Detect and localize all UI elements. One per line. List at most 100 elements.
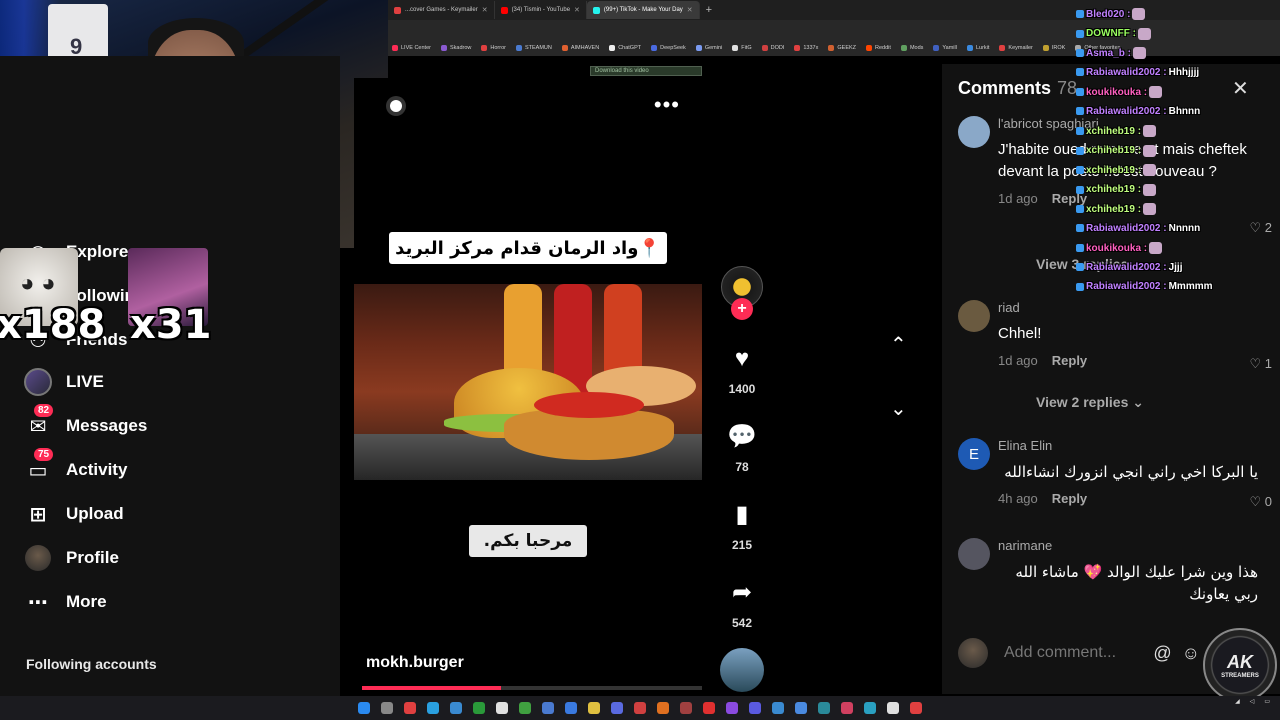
new-tab-button[interactable]: + <box>700 4 718 16</box>
comment-avatar[interactable] <box>958 116 990 148</box>
previous-video-button[interactable]: ⌃ <box>890 332 907 357</box>
tab-close-icon[interactable]: ✕ <box>482 6 488 14</box>
comment-username[interactable]: riad <box>998 300 1258 315</box>
bookmark-favicon-icon <box>609 45 616 51</box>
taskbar-app-icon[interactable] <box>427 702 439 714</box>
volume-icon[interactable] <box>390 100 402 112</box>
browser-tab-youtube[interactable]: (34) Tismin - YouTube ✕ <box>495 1 587 19</box>
bookmark-item[interactable]: Keymailer <box>999 45 1033 51</box>
bookmark-item[interactable]: Horror <box>481 45 506 51</box>
taskbar-app-icon[interactable] <box>749 702 761 714</box>
share-button[interactable]: ➦ 542 <box>712 578 772 630</box>
taskbar-app-icon[interactable] <box>358 702 370 714</box>
taskbar-app-icon[interactable] <box>841 702 853 714</box>
tab-close-icon[interactable]: ✕ <box>687 6 693 14</box>
video-username[interactable]: mokh.burger <box>366 654 464 672</box>
video-progress-bar[interactable] <box>362 686 702 690</box>
bookmark-item[interactable]: Mods <box>900 45 923 51</box>
view-replies-button[interactable]: View 2 replies ⌄ <box>1036 394 1144 411</box>
bookmark-item[interactable]: FitG <box>732 45 752 51</box>
comment-username[interactable]: narimane <box>998 538 1258 553</box>
taskbar-app-icon[interactable] <box>634 702 646 714</box>
chat-emote-icon <box>1149 86 1163 98</box>
taskbar-app-icon[interactable] <box>611 702 623 714</box>
taskbar-app-icon[interactable] <box>726 702 738 714</box>
mention-icon[interactable]: @ <box>1153 643 1171 664</box>
taskbar-app-icon[interactable] <box>519 702 531 714</box>
taskbar-app-icon[interactable] <box>565 702 577 714</box>
taskbar-app-icon[interactable] <box>542 702 554 714</box>
tiktok-sidebar: ◎ Explore ⚇ Following ⚇ Friends LIVE ✉82… <box>0 56 340 696</box>
taskbar-app-icon[interactable] <box>450 702 462 714</box>
reply-button[interactable]: Reply <box>1052 491 1087 506</box>
save-button[interactable]: ▮ 215 <box>712 500 772 552</box>
bookmark-item[interactable]: DODI <box>761 45 784 51</box>
taskbar-app-icon[interactable] <box>473 702 485 714</box>
bookmark-item[interactable]: Yamill <box>933 45 957 51</box>
like-button[interactable]: ♥ 1400 <box>712 344 772 396</box>
volume-tray-icon[interactable]: ◁ <box>1250 698 1255 705</box>
taskbar-app-icon[interactable] <box>381 702 393 714</box>
comment-button[interactable]: 💬 78 <box>712 422 772 474</box>
next-video-button[interactable]: ⌄ <box>890 396 907 421</box>
bookmark-favicon-icon <box>761 45 768 51</box>
taskbar-app-icon[interactable] <box>703 702 715 714</box>
bookmark-item[interactable]: AIMHAVEN <box>561 45 599 51</box>
windows-taskbar <box>0 696 1280 720</box>
taskbar-app-icon[interactable] <box>772 702 784 714</box>
comment-avatar[interactable] <box>958 300 990 332</box>
taskbar-app-icon[interactable] <box>680 702 692 714</box>
taskbar-app-icon[interactable] <box>887 702 899 714</box>
bookmark-item[interactable]: DeepSeek <box>651 45 686 51</box>
follow-button[interactable]: + <box>731 298 753 320</box>
taskbar-app-icon[interactable] <box>864 702 876 714</box>
bookmark-item[interactable]: Lurkit <box>966 45 989 51</box>
wifi-icon[interactable]: ◢ <box>1235 698 1240 705</box>
bookmark-item[interactable]: Reddit <box>866 45 891 51</box>
bookmark-item[interactable]: 1337x <box>794 45 818 51</box>
taskbar-app-icon[interactable] <box>496 702 508 714</box>
taskbar-app-icon[interactable] <box>795 702 807 714</box>
battery-icon[interactable]: ▭ <box>1264 698 1270 705</box>
bookmark-item[interactable]: IROK <box>1042 45 1065 51</box>
tab-close-icon[interactable]: ✕ <box>574 6 580 14</box>
comment-avatar[interactable] <box>958 538 990 570</box>
chat-badge-icon <box>1076 127 1084 135</box>
download-video-banner[interactable]: Download this video <box>590 66 702 76</box>
bookmark-item[interactable]: ChatGPT <box>609 45 641 51</box>
sidebar-item-messages[interactable]: ✉ 82 Messages <box>24 404 147 440</box>
taskbar-app-icon[interactable] <box>818 702 830 714</box>
sidebar-item-activity[interactable]: ▭ 75 Activity <box>24 448 127 484</box>
emoji-icon[interactable]: ☺ <box>1182 643 1200 664</box>
chat-username: Bled020 : <box>1086 8 1131 20</box>
bookmark-item[interactable]: Gemini <box>695 45 722 51</box>
bookmark-item[interactable]: STEAMUN <box>515 45 552 51</box>
browser-tab-keymailer[interactable]: ...cover Games - Keymailer ✕ <box>388 1 495 19</box>
comment-like-button[interactable]: ♡ 1 <box>1249 356 1272 372</box>
sidebar-item-live[interactable]: LIVE <box>24 368 104 396</box>
taskbar-app-icon[interactable] <box>910 702 922 714</box>
sidebar-item-more[interactable]: ⋯ More <box>24 588 107 616</box>
comment-username[interactable]: Elina Elin <box>998 438 1258 453</box>
more-options-icon[interactable]: ••• <box>654 92 680 118</box>
taskbar-app-icon[interactable] <box>588 702 600 714</box>
taskbar-app-icon[interactable] <box>657 702 669 714</box>
sidebar-item-profile[interactable]: Profile <box>24 544 119 572</box>
music-disc[interactable] <box>720 648 764 692</box>
bookmark-favicon-icon <box>561 45 568 51</box>
comment-text: Chhel! <box>998 325 1042 342</box>
taskbar-app-icon[interactable] <box>404 702 416 714</box>
comment-like-button[interactable]: ♡ 0 <box>1249 494 1272 510</box>
bookmark-item[interactable]: Skadrow <box>440 45 471 51</box>
bookmark-item[interactable]: LIVE Center <box>392 45 431 51</box>
system-tray: ◢ ◁ ▭ <box>1235 698 1270 705</box>
video-player[interactable]: ••• 📍واد الرمان قدام مركز البريد مرحبا ب… <box>354 78 702 690</box>
comment-input[interactable]: Add comment... <box>1004 644 1116 662</box>
bookmark-favicon-icon <box>999 45 1006 51</box>
sidebar-item-upload[interactable]: ⊞ Upload <box>24 500 124 528</box>
browser-tab-tiktok[interactable]: (99+) TikTok - Make Your Day ✕ <box>586 1 700 19</box>
bookmark-item[interactable]: GEEKZ <box>828 45 856 51</box>
comment-avatar[interactable]: E <box>958 438 990 470</box>
reply-button[interactable]: Reply <box>1052 353 1087 368</box>
chat-username: DOWNFF : <box>1086 28 1136 39</box>
